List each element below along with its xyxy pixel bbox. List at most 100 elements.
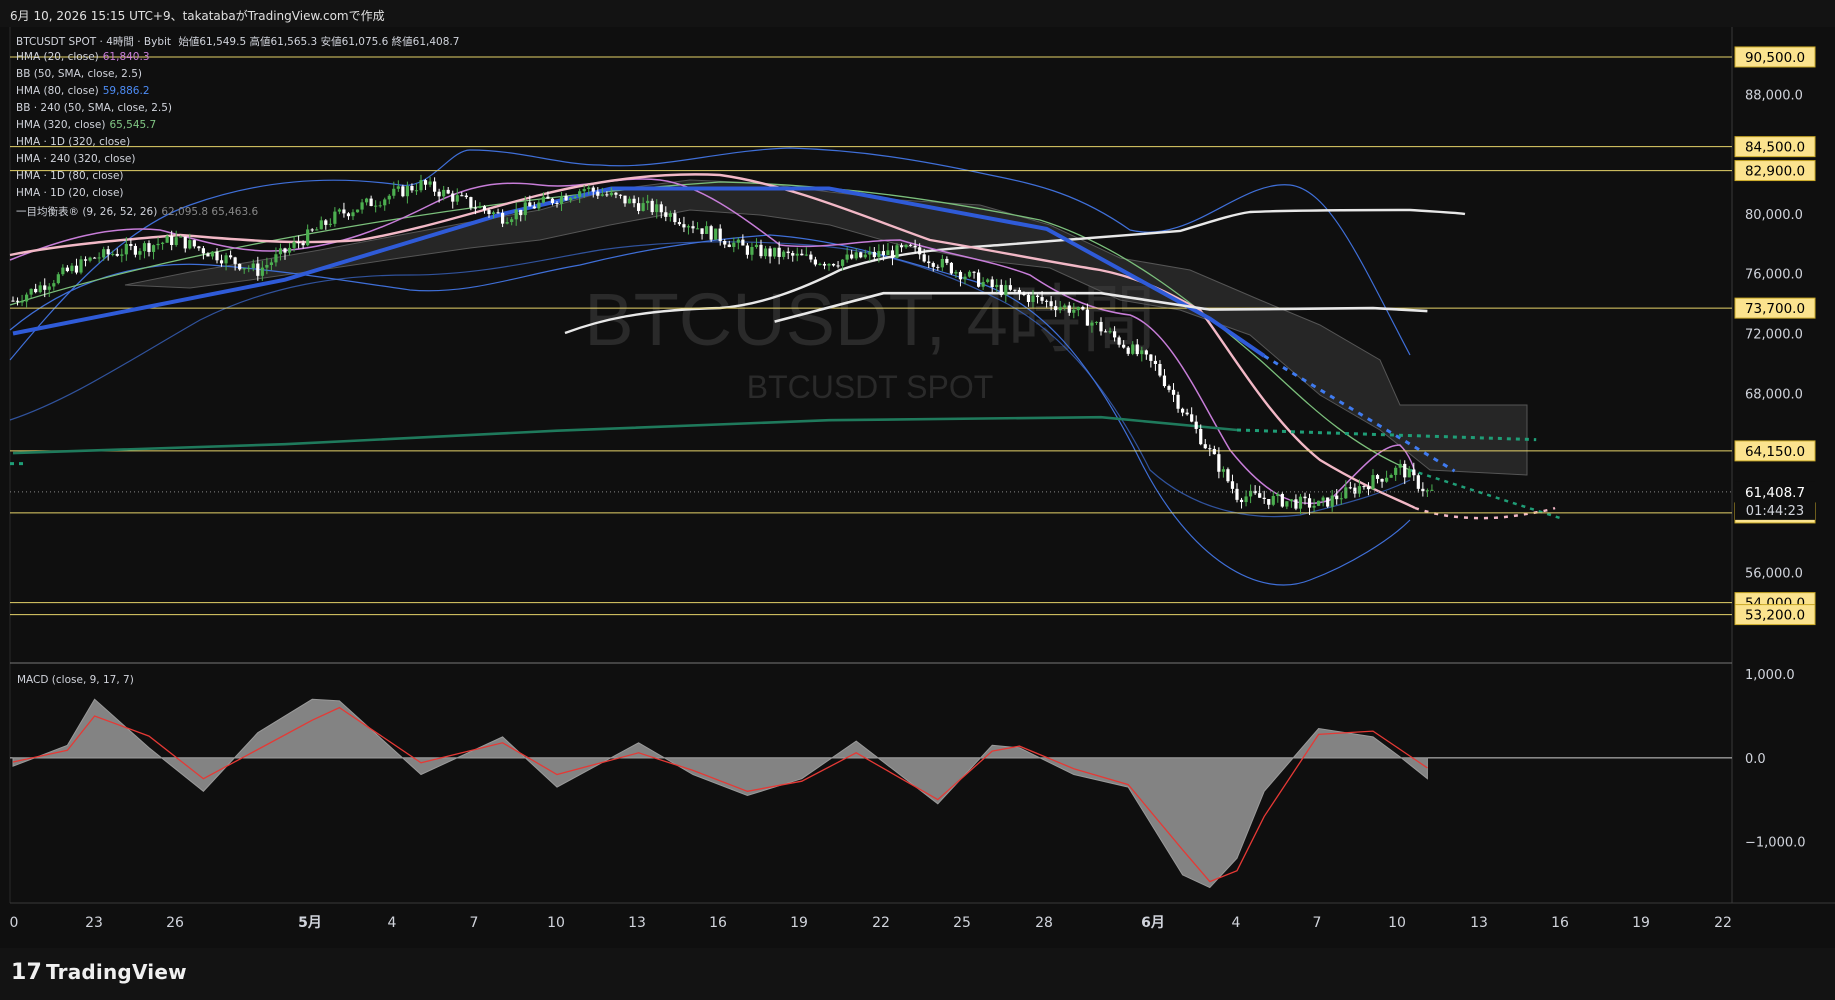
candle-body — [736, 239, 740, 243]
candle-body — [1026, 294, 1031, 302]
candle-body — [550, 198, 555, 203]
candle-body — [346, 213, 351, 217]
price-chart[interactable]: BTCUSDT, 4時間 BTCUSDT SPOT 90,500.084,500… — [0, 0, 1835, 948]
time-tick-label: 23 — [85, 915, 103, 931]
legend-item-label: HMA · 1D (320, close) — [16, 136, 131, 148]
candle-body — [147, 243, 151, 252]
candle-body — [1285, 501, 1289, 507]
candle-body — [528, 202, 532, 207]
candle-body — [410, 185, 414, 191]
macd-label: MACD (close, 9, 17, 7) — [17, 674, 134, 686]
candle-body — [1054, 306, 1058, 311]
candle-body — [1072, 310, 1076, 313]
candle-body — [88, 257, 92, 261]
candle-body — [192, 240, 196, 247]
candle-body — [1344, 487, 1348, 499]
candle-body — [79, 259, 83, 273]
candle-body — [1162, 375, 1167, 387]
candle-body — [1375, 475, 1380, 479]
candle-body — [1366, 486, 1371, 490]
candle-body — [242, 268, 246, 270]
candle-body — [165, 236, 169, 243]
candle-body — [251, 263, 255, 269]
candle-body — [1271, 496, 1275, 505]
price-tick-label: 88,000.0 — [1745, 88, 1803, 103]
candle-body — [337, 209, 341, 212]
candle-body — [1081, 306, 1085, 310]
candle-body — [945, 258, 949, 263]
candle-body — [74, 265, 79, 273]
candle-body — [1058, 307, 1062, 311]
candle-body — [183, 236, 187, 249]
legend-item[interactable]: BB (50, SMA, close, 2.5) — [16, 68, 146, 80]
candle-body — [1258, 493, 1262, 498]
candle-body — [1217, 454, 1221, 472]
candle-body — [958, 271, 963, 280]
candle-body — [1403, 463, 1407, 478]
candle-body — [414, 190, 419, 192]
candle-body — [1063, 305, 1067, 308]
candle-body — [310, 229, 314, 231]
time-tick-label: 22 — [1714, 915, 1732, 931]
legend-item[interactable]: BB · 240 (50, SMA, close, 2.5) — [16, 102, 176, 114]
candle-body — [1158, 363, 1162, 376]
legend-item-label: HMA · 240 (320, close) — [16, 153, 136, 165]
candle-body — [1362, 486, 1366, 488]
tradingview-logo[interactable]: 𝟭𝟳 TradingView — [11, 960, 187, 985]
candle-body — [986, 279, 990, 282]
candle-body — [156, 243, 160, 246]
legend-item[interactable]: HMA · 1D (80, close) — [16, 170, 128, 182]
candle-body — [727, 244, 731, 247]
legend-item[interactable]: HMA · 240 (320, close) — [16, 153, 139, 165]
candle-body — [387, 195, 391, 200]
candle-body — [269, 262, 273, 265]
candle-body — [605, 194, 609, 196]
time-tick-label: 7 — [1313, 915, 1322, 931]
candle-body — [1244, 496, 1248, 503]
candle-body — [791, 253, 795, 256]
candle-body — [392, 188, 396, 196]
candle-body — [931, 263, 935, 267]
candle-body — [999, 284, 1003, 296]
candle-body — [1357, 486, 1361, 494]
candle-body — [519, 209, 523, 216]
candle-body — [83, 259, 88, 261]
candle-body — [238, 263, 242, 270]
candle-body — [215, 251, 219, 261]
candle-body — [641, 203, 645, 211]
candle-body — [664, 212, 668, 217]
legend-item[interactable]: HMA (320, close) 65,545.7 — [16, 119, 156, 131]
candle-body — [1389, 474, 1393, 478]
candle-body — [56, 274, 60, 284]
candle-body — [1353, 487, 1357, 494]
candle-body — [129, 244, 133, 246]
candle-body — [1113, 331, 1117, 338]
legend-item[interactable]: HMA (80, close) 59,886.2 — [16, 85, 150, 97]
legend-item-value: 61,840.3 — [102, 51, 150, 63]
legend-item[interactable]: HMA · 1D (20, close) — [16, 187, 128, 199]
candle-body — [206, 253, 210, 257]
tradingview-logo-icon: 𝟭𝟳 — [11, 960, 43, 985]
time-tick-label: 6月 — [1141, 915, 1165, 931]
legend-item[interactable]: HMA (20, close) 61,840.3 — [16, 51, 150, 63]
candle-body — [460, 195, 464, 197]
legend-item[interactable]: HMA · 1D (320, close) — [16, 136, 134, 148]
candle-body — [1013, 289, 1017, 291]
time-tick-label: 10 — [1388, 915, 1406, 931]
candle-body — [1035, 295, 1040, 298]
candle-body — [1208, 448, 1212, 450]
candle-body — [247, 268, 251, 270]
time-tick-label: 13 — [628, 915, 646, 931]
candle-body — [863, 254, 867, 258]
candle-body — [836, 265, 840, 267]
candle-body — [1167, 386, 1171, 390]
last-price-label: 61,408.7 — [1745, 485, 1805, 501]
time-tick-label: 26 — [166, 915, 184, 931]
candle-body — [623, 195, 627, 204]
candle-body — [1416, 475, 1420, 489]
candle-body — [1235, 488, 1239, 500]
macd-tick-label: −1,000.0 — [1745, 835, 1806, 850]
candle-body — [777, 247, 781, 257]
candle-body — [428, 181, 432, 185]
legend-item[interactable]: 一目均衡表® (9, 26, 52, 26) 62,095.8 65,463.6 — [16, 204, 258, 219]
